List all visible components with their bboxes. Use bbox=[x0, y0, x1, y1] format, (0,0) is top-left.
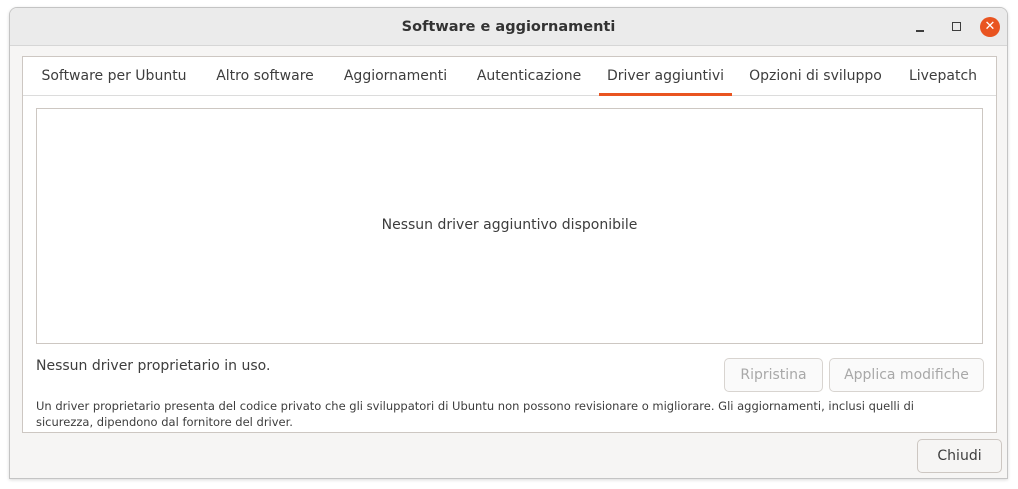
drivers-list: Nessun driver aggiuntivo disponibile bbox=[36, 108, 983, 344]
driver-status-text: Nessun driver proprietario in uso. bbox=[36, 358, 271, 374]
tab-updates[interactable]: Aggiornamenti bbox=[338, 57, 453, 96]
proprietary-driver-note: Un driver proprietario presenta del codi… bbox=[36, 399, 914, 429]
close-button[interactable]: Chiudi bbox=[917, 439, 1002, 473]
software-updates-window: Software e aggiornamenti ✕ Software per … bbox=[9, 7, 1008, 479]
tab-software-ubuntu[interactable]: Software per Ubuntu bbox=[32, 57, 196, 96]
apply-changes-button[interactable]: Applica modifiche bbox=[829, 358, 984, 392]
tab-developer-options[interactable]: Opzioni di sviluppo bbox=[744, 57, 887, 96]
revert-button[interactable]: Ripristina bbox=[724, 358, 823, 392]
tab-notebook: Software per Ubuntu Altro software Aggio… bbox=[22, 56, 997, 433]
tab-bar: Software per Ubuntu Altro software Aggio… bbox=[23, 57, 996, 96]
maximize-icon[interactable] bbox=[947, 17, 967, 37]
tab-livepatch[interactable]: Livepatch bbox=[899, 57, 987, 96]
tab-other-software[interactable]: Altro software bbox=[206, 57, 324, 96]
minimize-icon[interactable] bbox=[910, 17, 930, 37]
titlebar[interactable]: Software e aggiornamenti ✕ bbox=[10, 8, 1007, 46]
window-title: Software e aggiornamenti bbox=[401, 19, 616, 35]
no-drivers-message: Nessun driver aggiuntivo disponibile bbox=[381, 217, 638, 233]
tab-additional-drivers[interactable]: Driver aggiuntivi bbox=[599, 57, 732, 96]
close-window-icon[interactable]: ✕ bbox=[980, 17, 1000, 37]
tab-authentication[interactable]: Autenticazione bbox=[467, 57, 591, 96]
